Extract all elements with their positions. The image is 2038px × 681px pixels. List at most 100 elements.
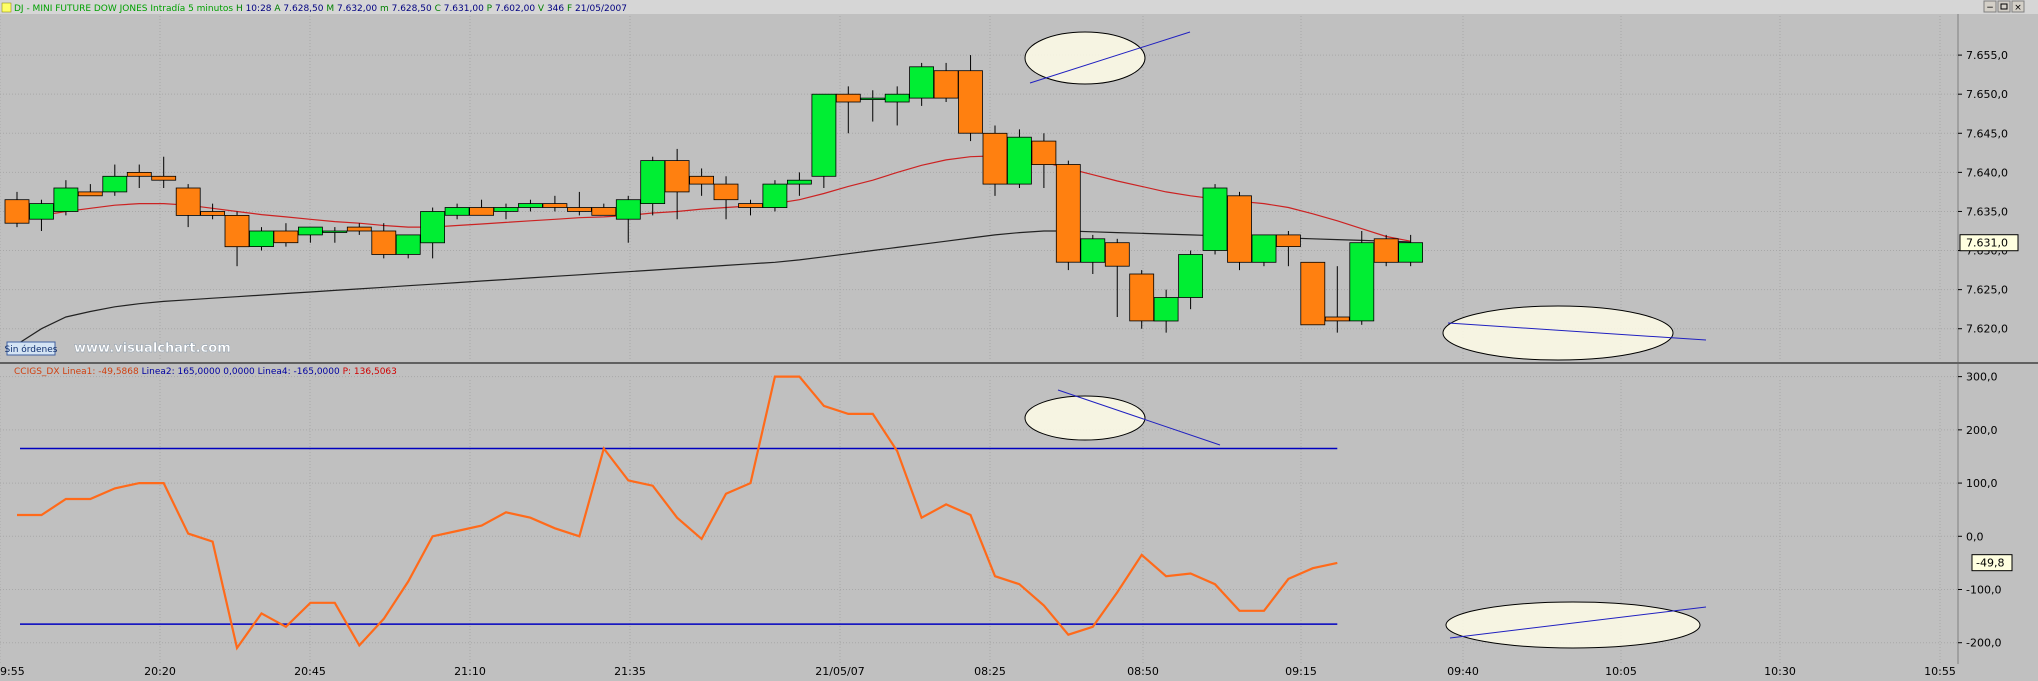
candle-down (1031, 140, 1057, 166)
time-tick-label: 10:55 (1924, 665, 1956, 677)
time-tick-label: 21:10 (454, 665, 486, 677)
header-field-label: m (380, 4, 392, 14)
indicator-field: 0,0000 (223, 367, 257, 377)
chart-root: 7.620,07.625,07.630,07.635,07.640,07.645… (0, 0, 2038, 678)
indicator-field: Linea4: -165,0000 (258, 367, 343, 377)
indicator-field: Linea2: 165,0000 (142, 367, 224, 377)
price-tick-label: 7.625,0 (1966, 284, 2008, 297)
indicator-panel-bg (0, 364, 2038, 666)
candle-down (664, 160, 690, 193)
indicator-field: P: 136,5063 (343, 367, 397, 377)
candle-down (689, 175, 714, 185)
price-tick-label: 7.635,0 (1966, 205, 2008, 218)
candle-down (200, 211, 226, 216)
header-timeframe: Intradía 5 minutos (150, 4, 236, 14)
indicator-field: Linea1: -49,5868 (62, 367, 141, 377)
candle-up (762, 183, 788, 209)
candle-up (518, 203, 543, 208)
header-field-label: P (487, 4, 495, 14)
indicator-tick-label: -100,0 (1966, 584, 2001, 597)
candle-up (297, 226, 323, 236)
candle-down (175, 187, 201, 216)
indicator-ellipse-bottom (1445, 601, 1701, 649)
price-header: DJ - MINI FUTURE DOW JONES Intradía 5 mi… (1, 2, 627, 14)
candle-up (615, 199, 641, 220)
candle-up (102, 175, 128, 193)
indicator-tick-label: 100,0 (1966, 477, 1998, 490)
header-field-label: F (567, 4, 575, 14)
header-field-label: A (274, 4, 283, 14)
last-price-label: 7.631,0 (1966, 237, 2008, 250)
candle-up (1251, 234, 1277, 263)
candle-down (1276, 234, 1301, 247)
candle-up (1398, 242, 1423, 263)
annotation-ellipse-bottom (1442, 305, 1674, 361)
time-tick-label: 21/05/07 (815, 665, 864, 677)
legend-marker (1, 2, 12, 13)
indicator-header-text: CCIGS_DX Linea1: -49,5868 Linea2: 165,00… (14, 367, 397, 377)
indicator-tick-label: 300,0 (1966, 371, 1998, 384)
candle-up (1080, 238, 1106, 263)
candle-up (1349, 242, 1375, 322)
chart-canvas: 7.620,07.625,07.630,07.635,07.640,07.645… (0, 0, 2038, 678)
time-tick-label: 09:40 (1447, 665, 1479, 677)
candle-down (1055, 164, 1081, 263)
candle-down (1129, 273, 1155, 322)
candle-down (4, 199, 30, 224)
candle-down (958, 70, 983, 134)
annotation-ellipse-top (1024, 31, 1146, 85)
time-tick-label: 10:05 (1605, 665, 1637, 677)
close-icon: × (2014, 3, 2022, 13)
orders-badge[interactable]: Sin órdenes (4, 341, 58, 356)
price-tick-label: 7.640,0 (1966, 166, 2008, 179)
candle-down (469, 207, 495, 216)
candle-up (249, 230, 274, 248)
price-tick-label: 7.645,0 (1966, 127, 2008, 140)
header-field-value: 7.602,00 (495, 4, 538, 14)
candle-up (860, 97, 886, 100)
time-tick-label: 9:55 (0, 665, 25, 677)
candle-down (77, 191, 103, 197)
candle-down (835, 93, 861, 103)
candle-down (933, 70, 959, 99)
header-instrument: DJ - MINI FUTURE DOW JONES (14, 4, 150, 14)
time-tick-label: 09:15 (1285, 665, 1317, 677)
candle-down (738, 203, 763, 208)
candle-up (29, 203, 54, 220)
candle-down (1324, 316, 1350, 322)
candle-down (713, 183, 739, 201)
candle-down (273, 230, 299, 244)
window-buttons: − × (1983, 0, 2025, 13)
indicator-name: CCIGS_DX (14, 367, 62, 377)
candle-down (1104, 242, 1130, 267)
maximize-button[interactable] (1997, 0, 2011, 13)
candle-down (371, 230, 397, 255)
time-tick-label: 08:50 (1127, 665, 1159, 677)
time-tick-label: 20:20 (144, 665, 176, 677)
indicator-ellipse-top (1024, 395, 1146, 441)
candle-down (591, 207, 617, 216)
candle-up (1202, 187, 1228, 251)
indicator-tick-label: -200,0 (1966, 637, 2001, 650)
indicator-tick-label: 0,0 (1966, 530, 1984, 543)
candle-up (640, 160, 666, 205)
time-tick-label: 08:25 (974, 665, 1006, 677)
candle-up (444, 207, 470, 216)
price-tick-label: 7.650,0 (1966, 88, 2008, 101)
candle-down (1373, 238, 1399, 263)
candle-up (420, 211, 446, 244)
candle-down (346, 226, 372, 232)
candle-up (787, 179, 812, 185)
price-tick-label: 7.620,0 (1966, 323, 2008, 336)
candle-up (811, 93, 837, 177)
candle-down (1227, 195, 1252, 263)
last-value-label: -49,8 (1976, 557, 2004, 570)
orders-badge-label: Sin órdenes (4, 344, 57, 355)
candle-up (53, 187, 79, 212)
candle-up (322, 230, 348, 233)
price-tick-label: 7.655,0 (1966, 49, 2008, 62)
candle-up (395, 234, 421, 255)
header-field-value: 346 (547, 4, 567, 14)
indicator-tick-label: 200,0 (1966, 424, 1998, 437)
time-tick-label: 21:35 (614, 665, 646, 677)
